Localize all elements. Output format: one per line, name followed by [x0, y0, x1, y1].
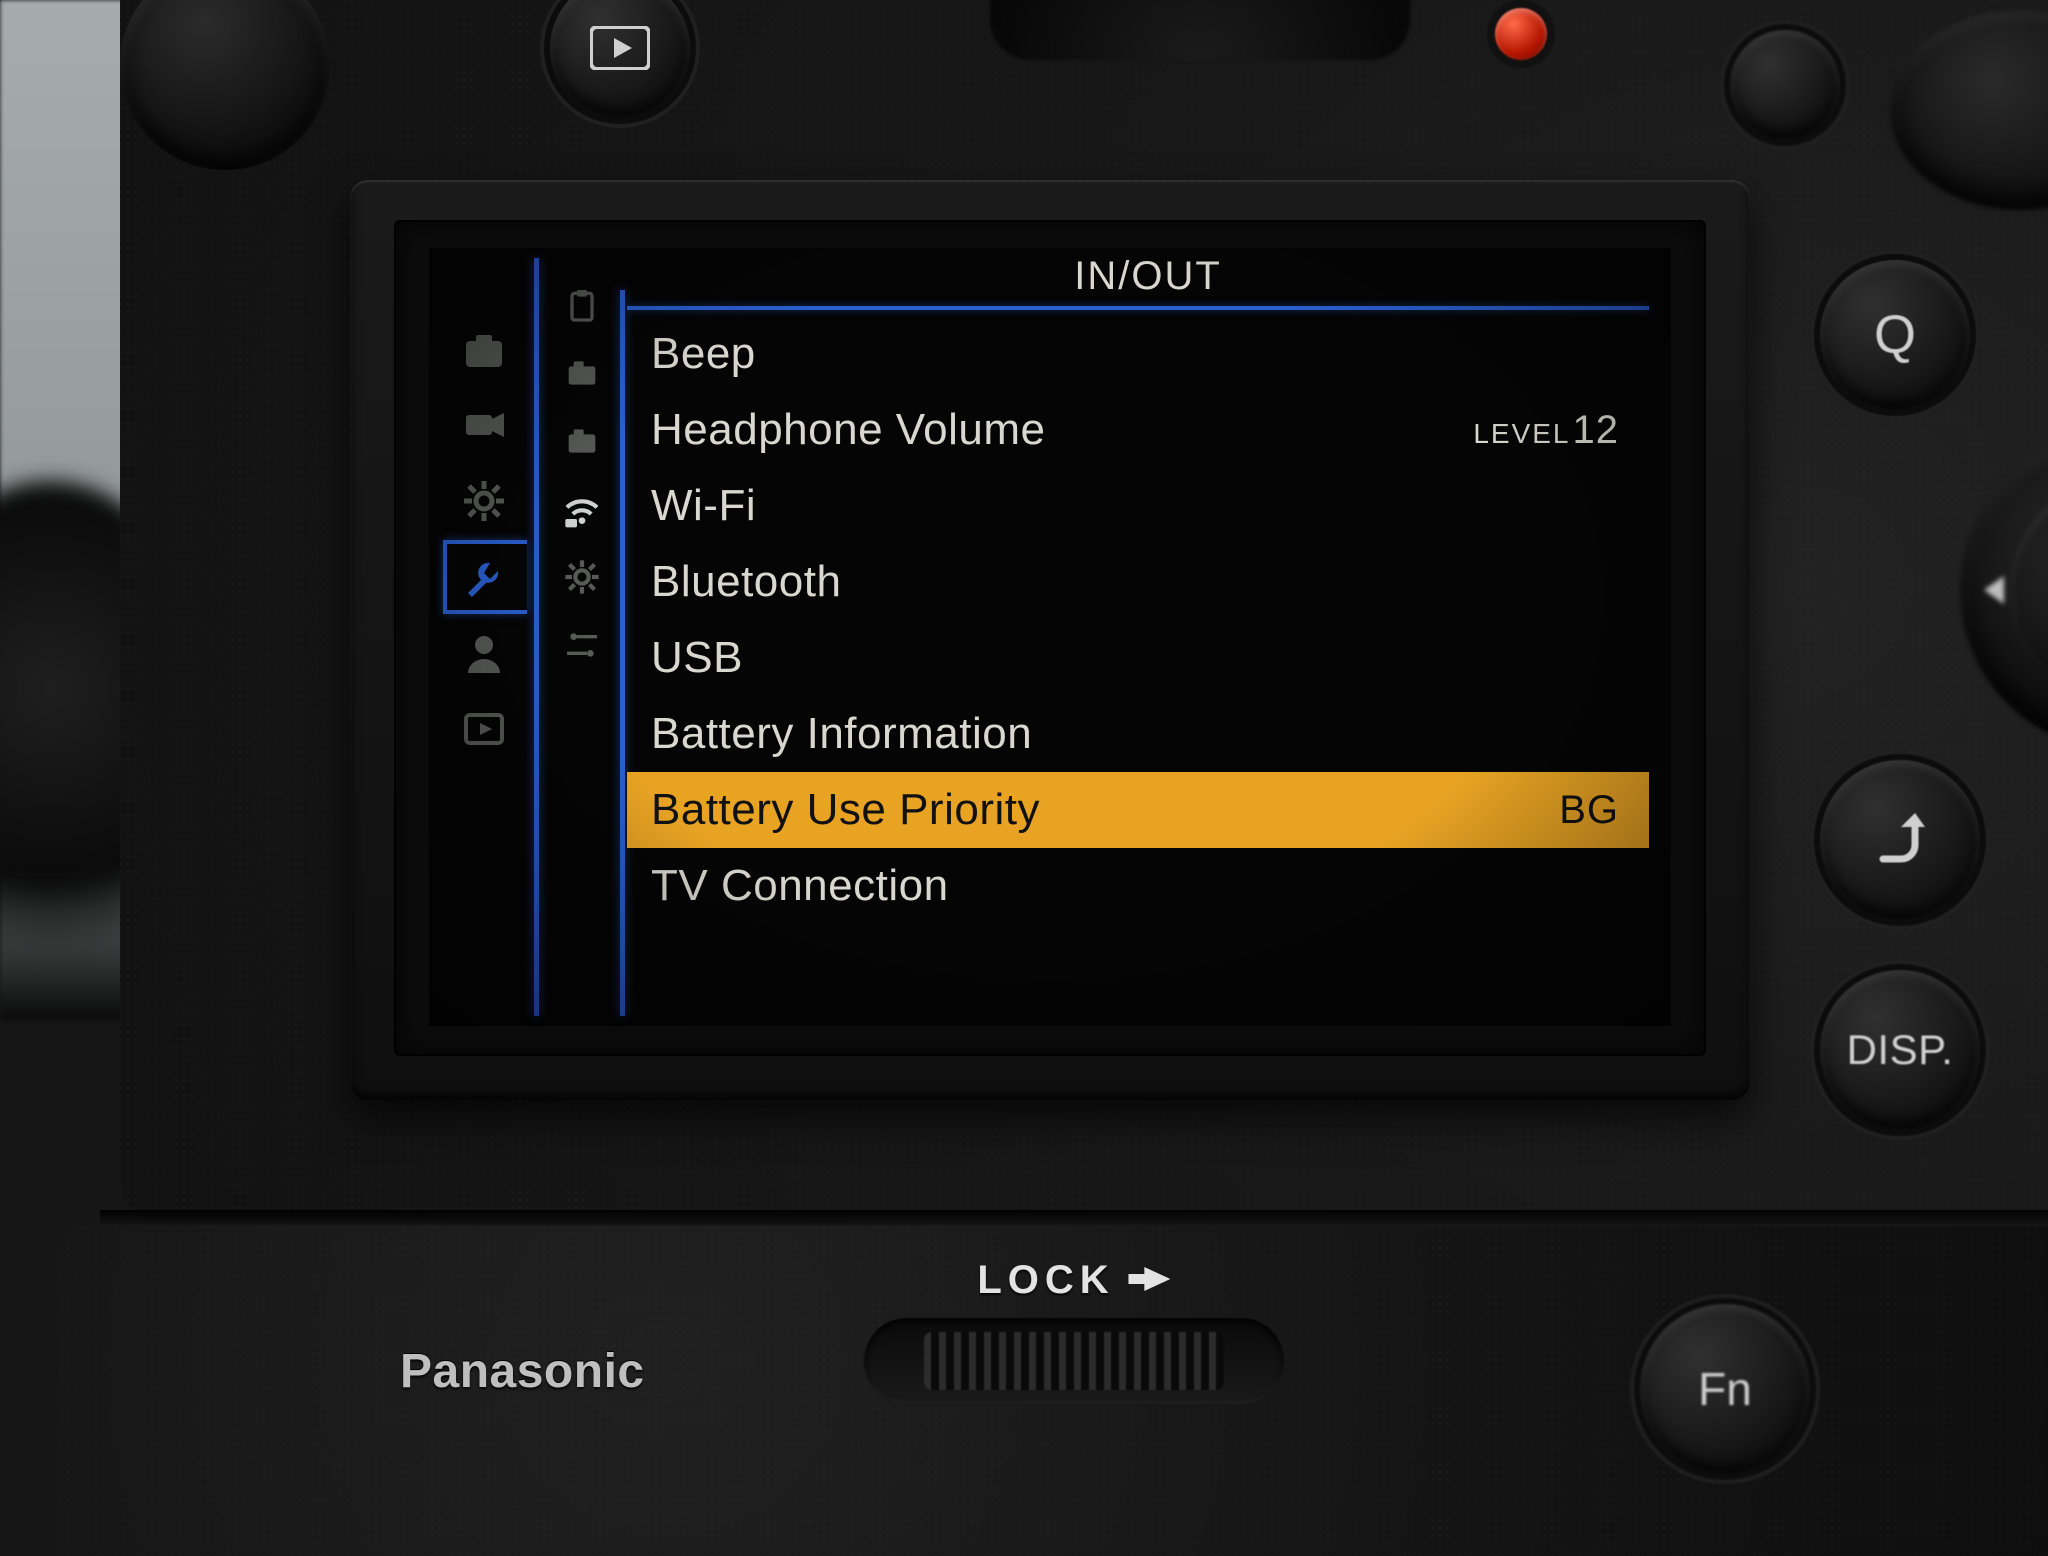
mymenu-tab[interactable] [453, 622, 515, 684]
disp-label: DISP. [1820, 970, 1980, 1130]
user-icon [460, 629, 508, 677]
playback-button[interactable] [550, 0, 690, 118]
menu-item-label: Battery Use Priority [651, 785, 1040, 835]
menu-item[interactable]: Battery Use Priority BG [627, 772, 1649, 848]
cam-body-icon [562, 421, 602, 461]
playback-tab[interactable] [453, 698, 515, 760]
body-grip-seam [100, 1210, 2048, 1224]
photo-tab[interactable] [453, 318, 515, 380]
monitor2-tab[interactable] [555, 414, 609, 468]
menu-item-label: Battery Information [651, 709, 1032, 759]
record-button-ring[interactable] [120, 0, 330, 170]
menu-item-label: TV Connection [651, 861, 949, 911]
lcd-frame: IN/OUT BeepHeadphone VolumeLEVEL12Wi-FiB… [350, 180, 1750, 1100]
menu-item[interactable]: USB [627, 620, 1649, 696]
inout-tab[interactable] [555, 482, 609, 536]
brand-label: Panasonic [400, 1344, 645, 1399]
lock-switch[interactable] [864, 1318, 1284, 1404]
cam-body-icon [562, 353, 602, 393]
rear-top-dial[interactable] [1890, 10, 2048, 210]
primary-tab-column [429, 248, 539, 1026]
lcd-screen[interactable]: IN/OUT BeepHeadphone VolumeLEVEL12Wi-FiB… [429, 248, 1671, 1026]
dpad-left-icon [1984, 576, 2004, 604]
card-tab[interactable] [555, 278, 609, 332]
control-dial[interactable] [1960, 430, 2048, 750]
top-controls [120, 0, 2048, 160]
title-divider [627, 306, 1649, 310]
video-tab[interactable] [453, 394, 515, 456]
menu-item-label: Bluetooth [651, 557, 841, 607]
back-button[interactable] [1820, 760, 1980, 920]
camera-icon [460, 325, 508, 373]
menu-item-value: BG [1559, 788, 1619, 833]
custom-tab[interactable] [453, 470, 515, 532]
menu-item[interactable]: Wi-Fi [627, 468, 1649, 544]
menu-item-label: Beep [651, 329, 756, 379]
menu-item-label: Headphone Volume [651, 405, 1046, 455]
fn-label: Fn [1640, 1304, 1810, 1474]
fn-button[interactable]: Fn [1640, 1304, 1810, 1474]
af-on-icon [1730, 30, 1840, 140]
lock-arrow-icon [1129, 1258, 1171, 1303]
menu-title: IN/OUT [625, 254, 1671, 302]
wrench-icon [460, 553, 508, 601]
q-button[interactable]: Q [1820, 260, 1970, 410]
clipboard-icon [562, 285, 602, 325]
wifi-icon [562, 489, 602, 529]
menu-list: Beep Headphone Volume LEVEL12 Wi-Fi Bluetoot… [627, 316, 1649, 924]
video-icon [460, 401, 508, 449]
record-indicator-icon [1495, 8, 1547, 60]
menu-item[interactable]: Headphone Volume LEVEL12 [627, 392, 1649, 468]
menu-item-label: USB [651, 633, 743, 683]
play-icon [550, 0, 690, 118]
q-label: Q [1820, 260, 1970, 410]
others-tab[interactable] [555, 618, 609, 672]
setup-tab[interactable] [453, 546, 515, 608]
lock-text: LOCK [977, 1258, 1114, 1303]
menu-item-value: LEVEL12 [1473, 408, 1619, 453]
play-icon [460, 705, 508, 753]
return-icon [1820, 760, 1980, 920]
gear-icon [562, 557, 602, 597]
monitor1-tab[interactable] [555, 346, 609, 400]
camera-body: IN/OUT BeepHeadphone VolumeLEVEL12Wi-FiB… [120, 0, 2048, 1220]
battery-grip: Panasonic LOCK Fn [60, 1226, 2048, 1556]
lock-label: LOCK [977, 1258, 1170, 1303]
menu-item[interactable]: Bluetooth [627, 544, 1649, 620]
af-on-button[interactable] [1730, 30, 1840, 140]
lock-switch-knurl [924, 1332, 1224, 1390]
lcd-bezel: IN/OUT BeepHeadphone VolumeLEVEL12Wi-FiB… [394, 220, 1706, 1056]
secondary-tab-column [539, 248, 625, 1026]
disp-button[interactable]: DISP. [1820, 970, 1980, 1130]
sliders-icon [562, 625, 602, 665]
menu-item-label: Wi-Fi [651, 481, 756, 531]
menu-item[interactable]: Beep [627, 316, 1649, 392]
gear-icon [460, 477, 508, 525]
menu-item[interactable]: Battery Information [627, 696, 1649, 772]
menu-pane: IN/OUT BeepHeadphone VolumeLEVEL12Wi-FiB… [625, 248, 1671, 1026]
menu-item[interactable]: TV Connection [627, 848, 1649, 924]
setting-tab[interactable] [555, 550, 609, 604]
